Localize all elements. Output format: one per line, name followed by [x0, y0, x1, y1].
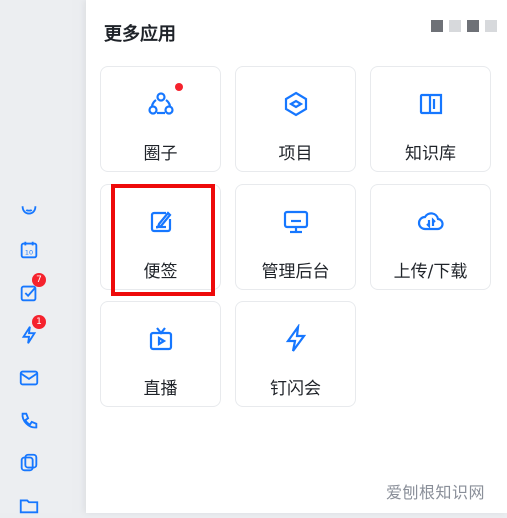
app-label: 知识库 — [405, 144, 456, 164]
left-sidebar: 10 7 1 — [0, 0, 72, 514]
app-tile-admin[interactable]: 管理后台 — [235, 184, 356, 290]
new-dot — [175, 83, 183, 91]
control-dot[interactable] — [467, 20, 479, 32]
svg-text:10: 10 — [25, 249, 33, 257]
ding-lightning-icon[interactable]: 1 — [16, 315, 46, 348]
project-cube-icon — [281, 89, 311, 119]
app-tile-transfer[interactable]: 上传/下载 — [370, 184, 491, 290]
window-controls — [431, 20, 497, 32]
book-icon — [416, 89, 446, 119]
tv-live-icon — [146, 324, 176, 354]
app-label: 直播 — [143, 379, 178, 399]
app-tile-knowledge[interactable]: 知识库 — [370, 66, 491, 172]
control-dot[interactable] — [485, 20, 497, 32]
todo-check-icon[interactable]: 7 — [16, 273, 46, 306]
app-label: 圈子 — [143, 144, 178, 164]
monitor-icon — [281, 207, 311, 237]
folder-icon[interactable] — [16, 492, 42, 518]
control-dot[interactable] — [449, 20, 461, 32]
docs-icon[interactable] — [16, 450, 42, 476]
app-label: 项目 — [278, 144, 313, 164]
app-label: 上传/下载 — [393, 262, 468, 282]
phone-call-icon[interactable] — [16, 408, 42, 434]
app-tile-flash-meeting[interactable]: 钉闪会 — [235, 301, 356, 407]
app-tile-live[interactable]: 直播 — [100, 301, 221, 407]
ding-badge: 1 — [32, 315, 46, 329]
app-label: 钉闪会 — [270, 379, 321, 399]
control-dot[interactable] — [431, 20, 443, 32]
lightning-icon — [281, 322, 311, 354]
app-label: 管理后台 — [261, 262, 330, 282]
app-tile-project[interactable]: 项目 — [235, 66, 356, 172]
calendar-icon[interactable]: 10 — [16, 237, 42, 263]
mail-icon[interactable] — [16, 365, 42, 391]
highlight-box — [111, 184, 215, 296]
circle-group-icon — [146, 89, 176, 119]
app-tile-circle[interactable]: 圈子 — [100, 66, 221, 172]
cloud-icon[interactable] — [16, 196, 42, 222]
todo-badge: 7 — [32, 273, 46, 287]
watermark: 爱刨根知识网 — [385, 483, 485, 502]
cloud-transfer-icon — [416, 207, 446, 237]
panel-title: 更多应用 — [104, 24, 176, 45]
